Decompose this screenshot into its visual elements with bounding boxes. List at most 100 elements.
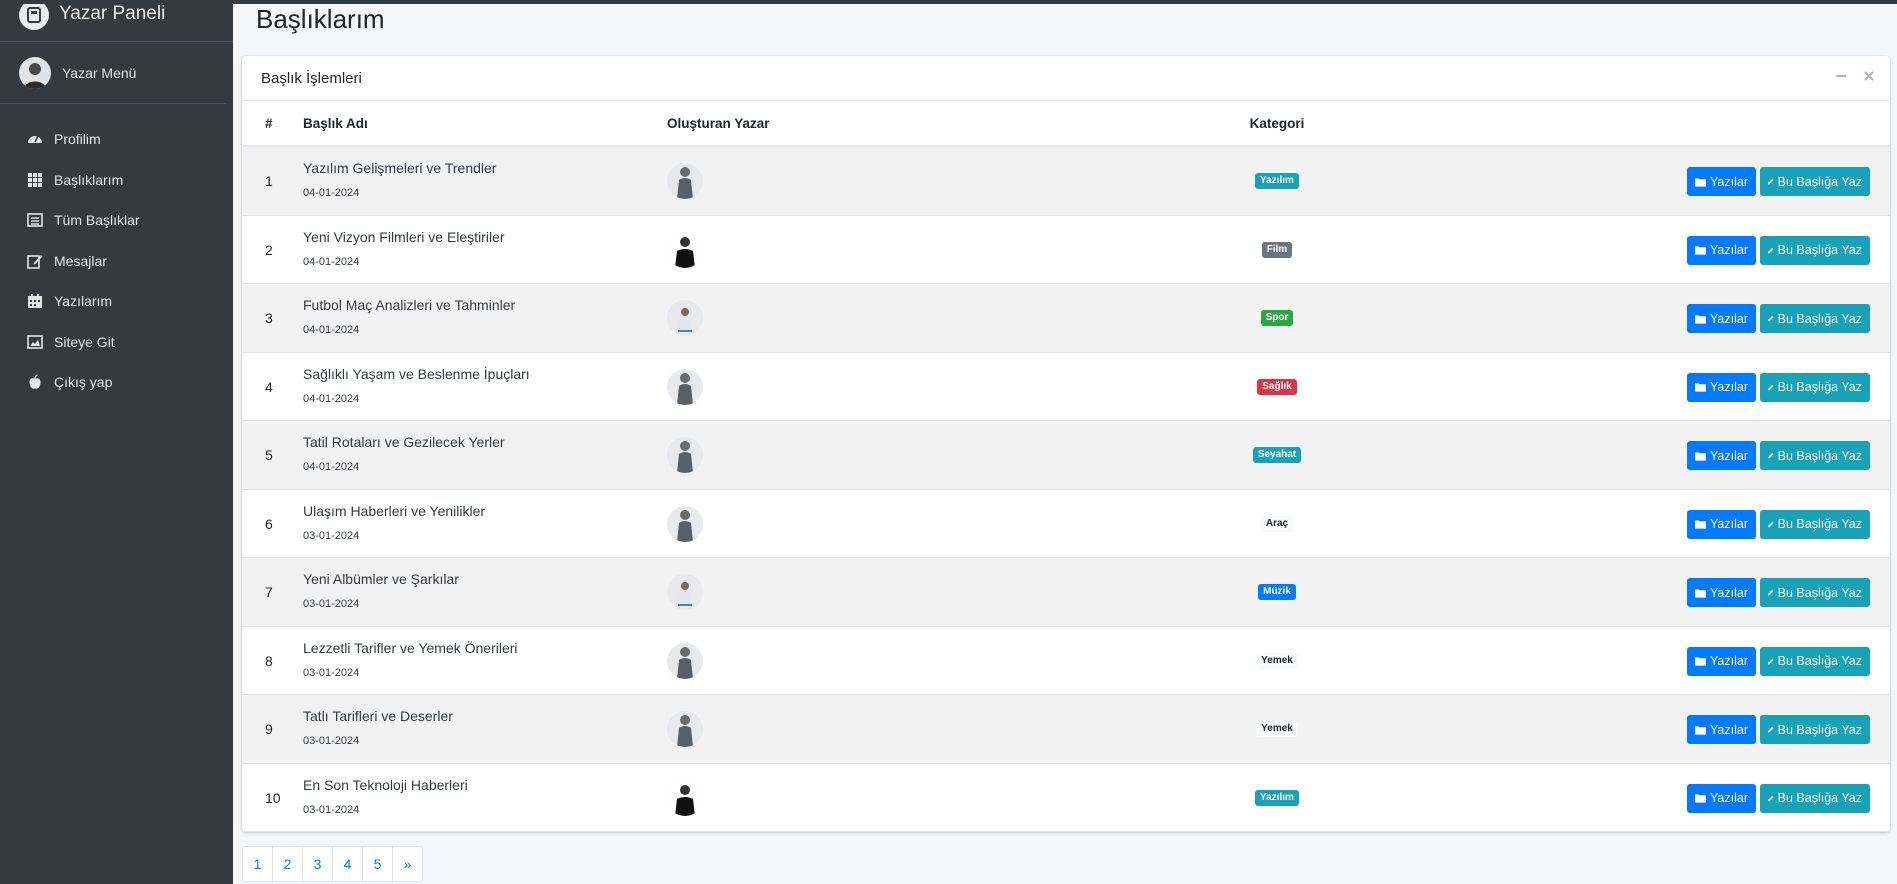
posts-button-label: Yazılar	[1710, 585, 1748, 600]
write-button-label: Bu Başlığa Yaz	[1777, 380, 1862, 394]
row-actions: Yazılar Bu Başlığa Yaz	[1687, 646, 1870, 676]
sidebar-item-basliklarim[interactable]: Başlıklarım	[0, 160, 233, 201]
sidebar-item-yazilarim[interactable]: Yazılarım	[0, 281, 233, 322]
write-button-label: Bu Başlığa Yaz	[1777, 243, 1862, 257]
posts-button-label: Yazılar	[1710, 380, 1748, 394]
topic-date: 04-01-2024	[303, 461, 360, 473]
folder-icon	[1695, 246, 1707, 255]
pencil-icon	[1768, 726, 1774, 733]
category-cell: Spor	[1245, 284, 1309, 352]
posts-button-label: Yazılar	[1710, 243, 1748, 257]
sidebar-item-profilim[interactable]: Profilim	[0, 119, 233, 160]
posts-button[interactable]: Yazılar	[1687, 441, 1756, 470]
posts-button[interactable]: Yazılar	[1687, 715, 1756, 744]
pencil-icon	[1768, 795, 1774, 801]
posts-button[interactable]: Yazılar	[1687, 578, 1756, 607]
sidebar-item-mesajlar[interactable]: Mesajlar	[0, 241, 233, 282]
page-1[interactable]: 1	[242, 846, 273, 882]
sidebar-item-label: Çıkış yap	[54, 374, 113, 391]
row-number: 9	[265, 721, 273, 737]
write-to-topic-button[interactable]: Bu Başlığa Yaz	[1760, 578, 1870, 607]
user-avatar	[19, 56, 51, 89]
author-avatar	[667, 300, 703, 336]
folder-icon	[1695, 794, 1707, 803]
list-icon	[26, 211, 44, 229]
posts-button[interactable]: Yazılar	[1687, 372, 1756, 402]
page-2[interactable]: 2	[272, 846, 303, 882]
row-actions: Yazılar Bu Başlığa Yaz	[1687, 304, 1870, 333]
write-to-topic-button[interactable]: Bu Başlığa Yaz	[1760, 783, 1870, 813]
topic-date: 04-01-2024	[303, 255, 360, 268]
row-actions: Yazılar Bu Başlığa Yaz	[1687, 235, 1870, 265]
collapse-icon[interactable]	[1834, 69, 1848, 83]
row-actions: Yazılar Bu Başlığa Yaz	[1687, 578, 1870, 607]
table-row: 3 Futbol Maç Analizleri ve Tahminler 04-…	[242, 284, 1890, 353]
topic-date: 03-01-2024	[303, 598, 360, 610]
top-border	[0, 0, 1897, 4]
folder-icon	[1695, 588, 1707, 598]
col-header-name: Başlık Adı	[303, 115, 368, 131]
page-3[interactable]: 3	[302, 846, 333, 882]
posts-button[interactable]: Yazılar	[1687, 304, 1756, 333]
category-badge: Yazılım	[1255, 789, 1299, 806]
posts-button[interactable]: Yazılar	[1687, 235, 1756, 265]
author-avatar	[667, 779, 703, 816]
write-to-topic-button[interactable]: Bu Başlığa Yaz	[1760, 167, 1870, 196]
page-5[interactable]: 5	[362, 846, 393, 882]
page-next[interactable]: »	[392, 846, 423, 882]
sidebar-item-cikis-yap[interactable]: Çıkış yap	[0, 362, 233, 403]
posts-button[interactable]: Yazılar	[1687, 509, 1756, 539]
category-cell: Araç	[1245, 490, 1309, 558]
pencil-icon	[1768, 521, 1774, 527]
category-badge: Yemek	[1256, 652, 1298, 669]
posts-button-label: Yazılar	[1710, 791, 1748, 805]
table-row: 2 Yeni Vizyon Filmleri ve Eleştiriler 04…	[242, 216, 1890, 284]
close-icon[interactable]	[1862, 69, 1876, 83]
dashboard-icon	[26, 130, 44, 148]
user-panel[interactable]: Yazar Menü	[0, 42, 226, 104]
write-button-label: Bu Başlığa Yaz	[1777, 174, 1862, 189]
folder-icon	[1695, 725, 1707, 735]
sidebar-item-tum-basliklar[interactable]: Tüm Başlıklar	[0, 200, 233, 241]
card-title: Başlık İşlemleri	[261, 69, 362, 87]
brand-text: Yazar Paneli	[59, 2, 166, 24]
posts-button[interactable]: Yazılar	[1687, 167, 1756, 196]
pencil-icon	[1768, 589, 1774, 596]
table-header: # Başlık Adı Oluşturan Yazar Kategori	[242, 101, 1890, 147]
brand[interactable]: Yazar Paneli	[0, 0, 233, 42]
posts-button-label: Yazılar	[1710, 654, 1748, 668]
sidebar-item-label: Siteye Git	[54, 333, 115, 350]
category-badge: Seyahat	[1252, 447, 1302, 463]
write-to-topic-button[interactable]: Bu Başlığa Yaz	[1760, 372, 1870, 402]
write-to-topic-button[interactable]: Bu Başlığa Yaz	[1760, 441, 1870, 470]
write-button-label: Bu Başlığa Yaz	[1777, 722, 1862, 737]
pencil-icon	[1768, 452, 1774, 459]
topic-name: Yeni Albümler ve Şarkılar	[303, 571, 459, 587]
row-number: 2	[265, 241, 273, 258]
topic-name: En Son Teknoloji Haberleri	[303, 776, 468, 793]
write-to-topic-button[interactable]: Bu Başlığa Yaz	[1760, 509, 1870, 539]
author-avatar	[667, 711, 703, 747]
write-to-topic-button[interactable]: Bu Başlığa Yaz	[1760, 715, 1870, 744]
row-number: 6	[265, 515, 273, 532]
page-4[interactable]: 4	[332, 846, 363, 882]
posts-button-label: Yazılar	[1710, 722, 1748, 737]
posts-button-label: Yazılar	[1710, 311, 1748, 326]
posts-button[interactable]: Yazılar	[1687, 783, 1756, 813]
posts-button[interactable]: Yazılar	[1687, 646, 1756, 676]
topic-name: Sağlıklı Yaşam ve Beslenme İpuçları	[303, 365, 530, 382]
edit-icon	[26, 252, 44, 270]
sidebar-item-label: Yazılarım	[54, 293, 113, 310]
author-avatar	[667, 505, 703, 542]
page-title: Başlıklarım	[256, 4, 385, 34]
table-row: 9 Tatlı Tarifleri ve Deserler 03-01-2024…	[242, 695, 1890, 764]
write-to-topic-button[interactable]: Bu Başlığa Yaz	[1760, 304, 1870, 333]
write-button-label: Bu Başlığa Yaz	[1777, 585, 1862, 600]
write-to-topic-button[interactable]: Bu Başlığa Yaz	[1760, 235, 1870, 265]
pencil-icon	[1768, 315, 1774, 322]
topic-date: 04-01-2024	[303, 324, 360, 336]
write-to-topic-button[interactable]: Bu Başlığa Yaz	[1760, 646, 1870, 676]
sidebar-item-siteye-git[interactable]: Siteye Git	[0, 322, 233, 363]
topic-name: Yeni Vizyon Filmleri ve Eleştiriler	[303, 228, 505, 245]
pencil-icon	[1768, 384, 1774, 390]
